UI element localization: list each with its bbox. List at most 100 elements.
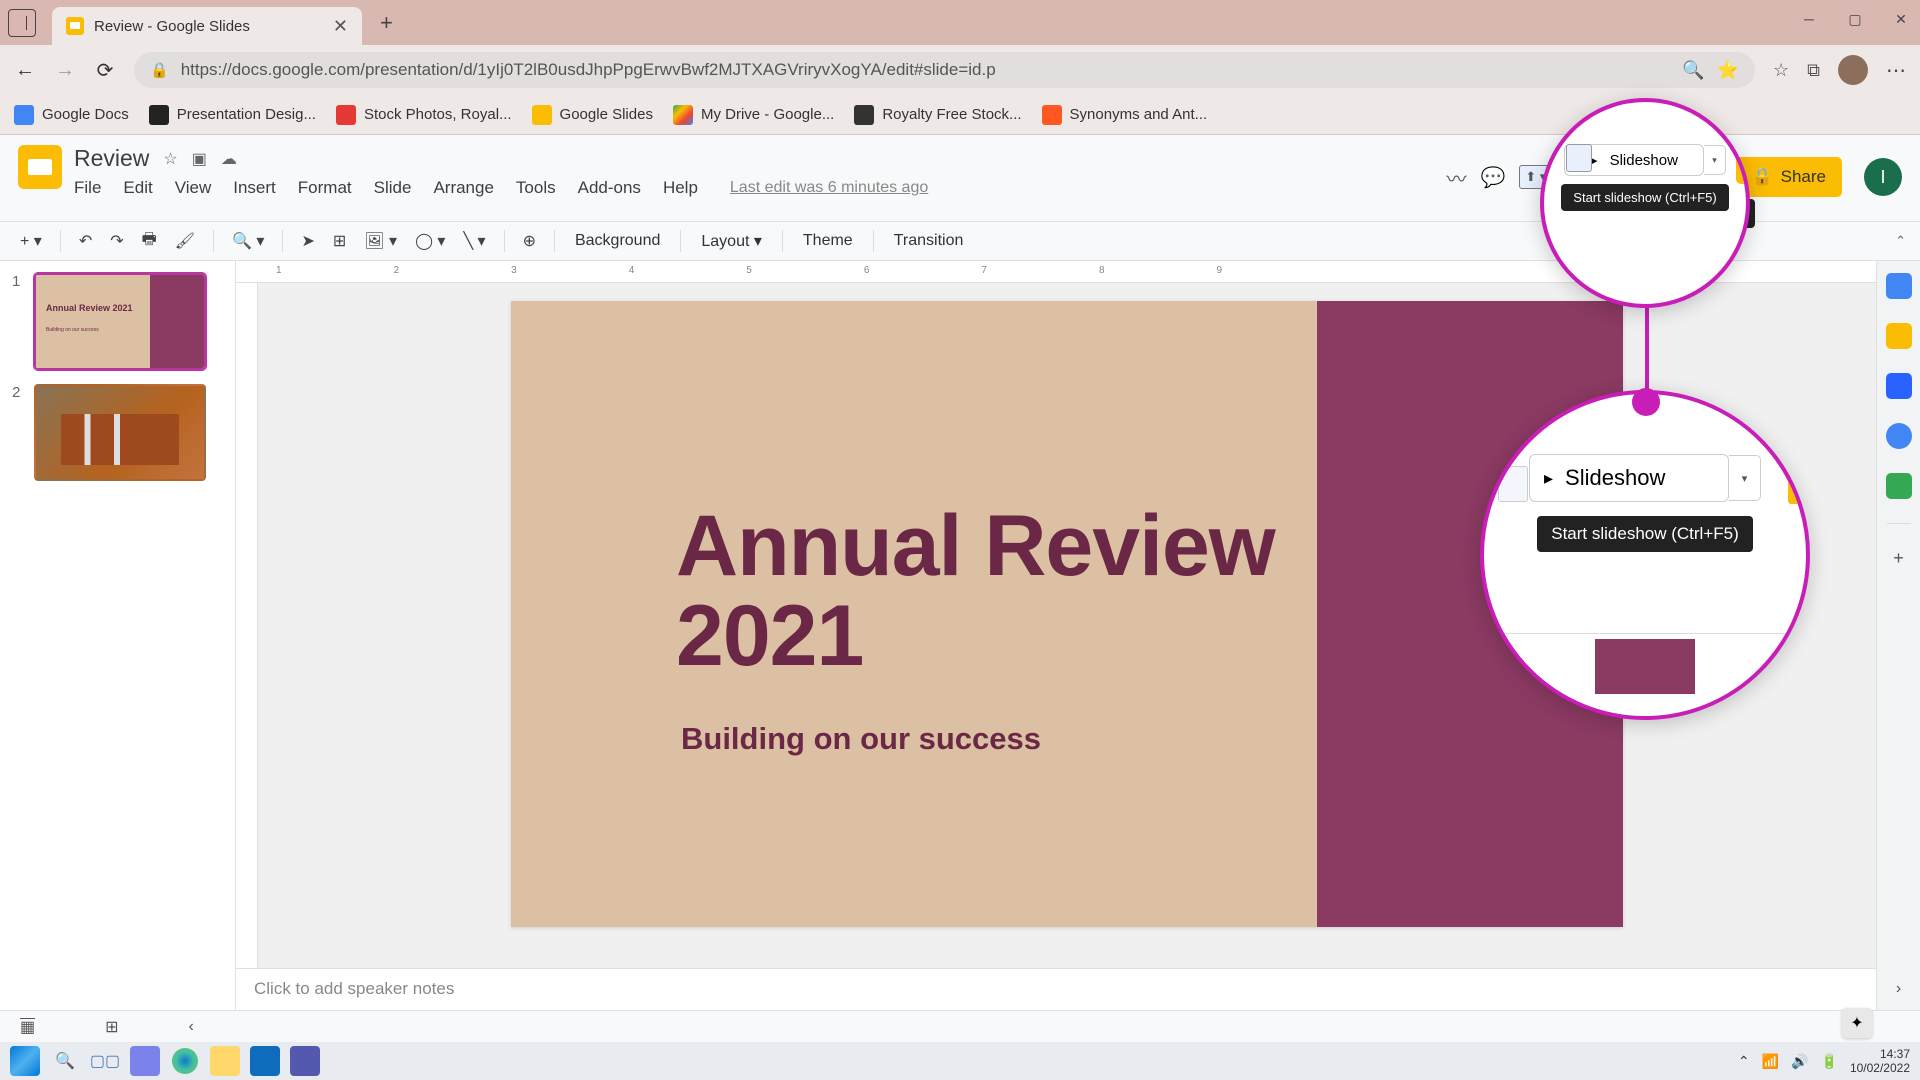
- share-button[interactable]: 🔒 Share: [1735, 157, 1842, 197]
- collapse-panel-icon[interactable]: ‹: [189, 1018, 194, 1036]
- menu-insert[interactable]: Insert: [233, 178, 276, 198]
- slides-logo-icon[interactable]: [18, 145, 62, 189]
- grid-view-icon[interactable]: ⊞: [105, 1017, 118, 1037]
- slide-title-text[interactable]: Annual Review 2021: [676, 501, 1275, 682]
- transition-button[interactable]: Transition: [886, 228, 972, 254]
- activity-icon[interactable]: 〰: [1446, 163, 1466, 192]
- edge-taskbar-icon[interactable]: [170, 1046, 200, 1076]
- slides-icon: [532, 105, 552, 125]
- comment-tool[interactable]: ⊕: [517, 227, 542, 255]
- menu-edit[interactable]: Edit: [123, 178, 152, 198]
- explorer-taskbar-icon[interactable]: [210, 1046, 240, 1076]
- magnified-slideshow-caret-large: ▾: [1729, 455, 1761, 501]
- zoom-icon[interactable]: 🔍: [1682, 60, 1704, 81]
- slide-number: 2: [12, 384, 26, 481]
- menu-view[interactable]: View: [175, 178, 212, 198]
- bookmark-item[interactable]: Google Slides: [532, 105, 653, 125]
- forward-button[interactable]: →: [54, 59, 76, 81]
- cloud-saved-icon[interactable]: ☁: [221, 149, 237, 169]
- windows-taskbar: 🔍 ▢▢ ⌃ 📶 🔊 🔋 14:37 10/02/2022: [0, 1042, 1920, 1080]
- favorites-icon[interactable]: ☆: [1773, 60, 1789, 81]
- browser-tab[interactable]: Review - Google Slides ✕: [52, 7, 362, 45]
- close-tab-icon[interactable]: ✕: [333, 16, 348, 37]
- drive-icon: [673, 105, 693, 125]
- search-taskbar-icon[interactable]: 🔍: [50, 1046, 80, 1076]
- paint-format-button[interactable]: 🖌: [169, 227, 201, 255]
- slide-subtitle-text[interactable]: Building on our success: [681, 721, 1041, 757]
- shape-tool[interactable]: ◯ ▾: [409, 227, 451, 255]
- teams-taskbar-icon[interactable]: [290, 1046, 320, 1076]
- add-addon-icon[interactable]: +: [1893, 548, 1904, 569]
- browser-profile-avatar[interactable]: [1838, 55, 1868, 85]
- menu-format[interactable]: Format: [298, 178, 352, 198]
- tray-chevron-icon[interactable]: ⌃: [1738, 1053, 1750, 1070]
- bookmark-star-filled-icon[interactable]: ⭐: [1717, 60, 1739, 81]
- bookmark-item[interactable]: My Drive - Google...: [673, 105, 834, 125]
- background-button[interactable]: Background: [567, 228, 668, 254]
- speaker-notes[interactable]: Click to add speaker notes: [236, 968, 1876, 1010]
- wifi-icon[interactable]: 📶: [1762, 1053, 1779, 1070]
- hide-side-panel-icon[interactable]: ›: [1896, 980, 1901, 998]
- collections-icon[interactable]: ⧉: [1807, 60, 1820, 81]
- star-icon[interactable]: ☆: [163, 149, 177, 169]
- slide-thumbnail-1[interactable]: Annual Review 2021 Building on our succe…: [34, 273, 206, 370]
- url-field[interactable]: 🔒 https://docs.google.com/presentation/d…: [134, 52, 1755, 88]
- battery-icon[interactable]: 🔋: [1821, 1053, 1838, 1070]
- print-button[interactable]: 🖶: [136, 224, 163, 259]
- doc-title[interactable]: Review: [74, 145, 149, 172]
- redo-button[interactable]: ↷: [104, 227, 129, 255]
- zoom-button[interactable]: 🔍 ▾: [226, 227, 270, 255]
- bookmark-item[interactable]: Google Docs: [14, 105, 129, 125]
- menu-slide[interactable]: Slide: [374, 178, 412, 198]
- menu-file[interactable]: File: [74, 178, 101, 198]
- task-view-icon[interactable]: ▢▢: [90, 1046, 120, 1076]
- new-tab-button[interactable]: +: [380, 10, 393, 36]
- magnifier-small: ▸ Slideshow ▾ Start slideshow (Ctrl+F5): [1540, 98, 1750, 308]
- tray-clock[interactable]: 14:37 10/02/2022: [1850, 1047, 1910, 1076]
- back-button[interactable]: ←: [14, 59, 36, 81]
- menu-tools[interactable]: Tools: [516, 178, 556, 198]
- select-tool[interactable]: ➤: [295, 227, 320, 255]
- image-tool[interactable]: 🖼 ▾: [358, 227, 403, 255]
- calendar-icon[interactable]: [1886, 273, 1912, 299]
- keep-icon[interactable]: [1886, 323, 1912, 349]
- slide-thumbnail-2[interactable]: [34, 384, 206, 481]
- comments-icon[interactable]: 💬: [1480, 165, 1505, 190]
- last-edit-link[interactable]: Last edit was 6 minutes ago: [730, 179, 928, 197]
- outlook-taskbar-icon[interactable]: [250, 1046, 280, 1076]
- menu-addons[interactable]: Add-ons: [578, 178, 641, 198]
- bookmark-item[interactable]: Royalty Free Stock...: [854, 105, 1021, 125]
- minimize-button[interactable]: ─: [1800, 10, 1818, 28]
- line-tool[interactable]: ╲ ▾: [457, 227, 491, 255]
- contacts-icon[interactable]: [1886, 423, 1912, 449]
- bookmark-item[interactable]: Stock Photos, Royal...: [336, 105, 512, 125]
- filmstrip-view-icon[interactable]: ▦: [20, 1017, 35, 1037]
- account-avatar[interactable]: I: [1864, 158, 1902, 196]
- explore-button[interactable]: ✦: [1842, 1008, 1872, 1038]
- bookmark-item[interactable]: Presentation Desig...: [149, 105, 316, 125]
- collapse-toolbar-icon[interactable]: ⌃: [1895, 233, 1906, 249]
- move-folder-icon[interactable]: ▣: [192, 149, 207, 169]
- address-bar: ← → ⟳ 🔒 https://docs.google.com/presenta…: [0, 45, 1920, 95]
- menu-arrange[interactable]: Arrange: [433, 178, 493, 198]
- undo-button[interactable]: ↶: [73, 227, 98, 255]
- bookmark-item[interactable]: Synonyms and Ant...: [1042, 105, 1208, 125]
- start-button[interactable]: [10, 1046, 40, 1076]
- current-slide[interactable]: Annual Review 2021 Building on our succe…: [511, 301, 1623, 927]
- browser-menu-icon[interactable]: ⋯: [1886, 58, 1906, 83]
- layout-button[interactable]: Layout ▾: [693, 227, 770, 255]
- textbox-tool[interactable]: ⊞: [327, 227, 352, 255]
- magnified-present-icon: [1566, 144, 1592, 172]
- chat-taskbar-icon[interactable]: [130, 1046, 160, 1076]
- tab-manager-icon[interactable]: [8, 9, 36, 37]
- theme-button[interactable]: Theme: [795, 228, 861, 254]
- bookmark-favicon: [1042, 105, 1062, 125]
- maximize-button[interactable]: ▢: [1846, 10, 1864, 28]
- maps-icon[interactable]: [1886, 473, 1912, 499]
- tasks-icon[interactable]: [1886, 373, 1912, 399]
- menu-help[interactable]: Help: [663, 178, 698, 198]
- volume-icon[interactable]: 🔊: [1791, 1053, 1808, 1070]
- new-slide-button[interactable]: + ▾: [14, 227, 48, 255]
- close-window-button[interactable]: ✕: [1892, 10, 1910, 28]
- reload-button[interactable]: ⟳: [94, 59, 116, 81]
